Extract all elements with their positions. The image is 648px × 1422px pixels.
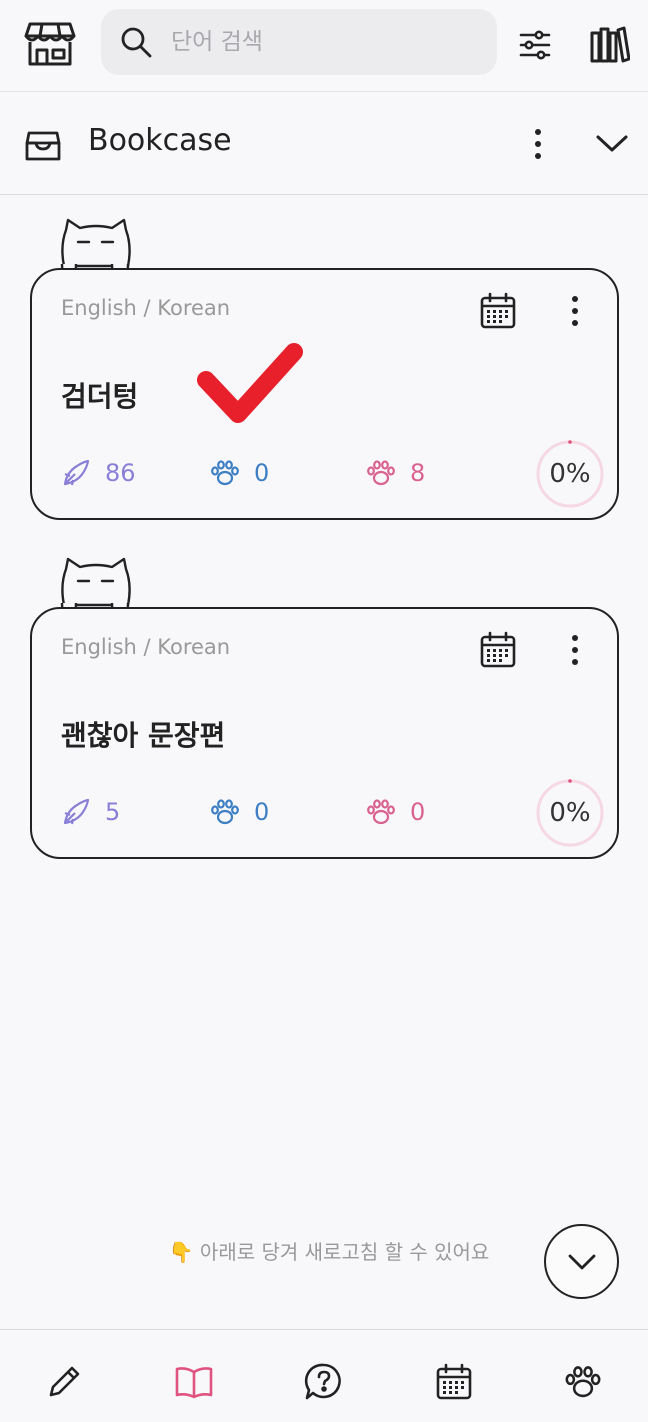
calendar-icon[interactable] xyxy=(479,631,517,669)
question-chat-icon xyxy=(304,1363,341,1400)
fish-icon xyxy=(63,459,90,486)
more-vertical-icon[interactable] xyxy=(527,128,549,162)
progress-percent: 0% xyxy=(549,798,591,828)
store-icon[interactable] xyxy=(22,18,78,70)
paw-icon xyxy=(367,799,395,825)
pink-paw-count: 8 xyxy=(410,459,426,487)
more-vertical-icon[interactable] xyxy=(562,292,588,330)
nav-paw[interactable] xyxy=(563,1362,603,1402)
nav-calendar[interactable] xyxy=(434,1362,474,1402)
nav-help[interactable] xyxy=(304,1362,344,1402)
paw-icon xyxy=(367,460,395,486)
deck-language: English / Korean xyxy=(61,296,231,320)
more-vertical-icon[interactable] xyxy=(562,631,588,669)
fish-stat: 5 xyxy=(61,797,120,827)
bottom-nav xyxy=(0,1329,648,1422)
deck-card[interactable]: English / Korean 검더텅 86 0 8 0% xyxy=(30,268,619,520)
paw-icon xyxy=(211,799,239,825)
open-book-icon xyxy=(175,1367,213,1399)
nav-bookcase[interactable] xyxy=(174,1362,214,1402)
blue-paw-stat: 0 xyxy=(210,797,269,827)
calendar-icon[interactable] xyxy=(479,292,517,330)
fish-icon xyxy=(63,798,90,825)
deck-title: 검더텅 xyxy=(61,380,139,413)
chevron-down-icon xyxy=(568,1254,595,1269)
pink-paw-count: 0 xyxy=(410,798,426,826)
pencil-icon xyxy=(49,1366,80,1397)
fish-stat: 86 xyxy=(61,458,136,488)
archive-box-icon xyxy=(25,131,61,161)
paw-icon xyxy=(565,1366,601,1398)
deck-language: English / Korean xyxy=(61,635,231,659)
top-bar xyxy=(0,0,648,92)
section-title: Bookcase xyxy=(88,123,232,158)
nav-write[interactable] xyxy=(44,1362,84,1402)
pink-paw-stat: 0 xyxy=(366,797,425,827)
chevron-down-icon[interactable] xyxy=(595,133,629,155)
deck-title: 괜찮아 문장편 xyxy=(61,719,226,752)
paw-icon xyxy=(211,460,239,486)
deck-card[interactable]: English / Korean 괜찮아 문장편 5 0 0 0% xyxy=(30,607,619,859)
blue-paw-count: 0 xyxy=(254,798,270,826)
scroll-down-button[interactable] xyxy=(544,1224,619,1299)
progress-percent: 0% xyxy=(549,459,591,489)
blue-paw-stat: 0 xyxy=(210,458,269,488)
fish-count: 5 xyxy=(105,798,121,826)
blue-paw-count: 0 xyxy=(254,459,270,487)
calendar-icon xyxy=(436,1363,472,1400)
search-input[interactable] xyxy=(171,29,471,55)
red-checkmark-icon xyxy=(197,343,303,423)
search-icon xyxy=(121,27,152,58)
fish-count: 86 xyxy=(105,459,136,487)
pink-paw-stat: 8 xyxy=(366,458,425,488)
search-box[interactable] xyxy=(101,9,497,75)
section-header: Bookcase xyxy=(0,93,648,195)
filter-sliders-icon[interactable] xyxy=(515,25,555,65)
bookshelf-icon[interactable] xyxy=(588,22,632,66)
